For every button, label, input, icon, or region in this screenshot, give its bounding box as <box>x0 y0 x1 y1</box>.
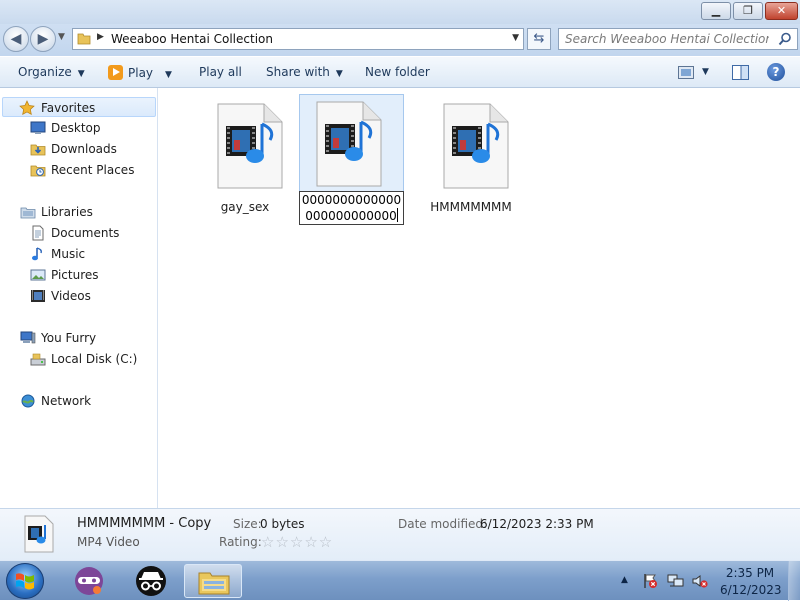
volume-muted-icon[interactable] <box>692 573 708 589</box>
change-view-icon[interactable] <box>678 66 694 79</box>
video-file-icon <box>24 515 54 553</box>
details-file-type: MP4 Video <box>77 535 140 549</box>
folder-icon <box>77 33 91 45</box>
nav-item-label: Pictures <box>51 268 99 282</box>
nav-item-label: Recent Places <box>51 163 135 177</box>
close-button[interactable]: ✕ <box>765 2 798 20</box>
new-folder-button[interactable]: New folder <box>365 65 430 79</box>
search-input[interactable] <box>559 29 769 49</box>
show-hidden-icons-button[interactable]: ▲ <box>621 575 628 585</box>
downloads-folder-icon <box>30 144 46 156</box>
music-icon <box>32 247 42 261</box>
help-button[interactable]: ? <box>767 63 785 81</box>
preview-pane-icon[interactable] <box>732 65 749 80</box>
search-icon[interactable] <box>778 32 792 46</box>
videos-icon <box>31 290 45 302</box>
network-status-icon[interactable] <box>667 573 684 589</box>
incognito-button[interactable] <box>126 564 176 598</box>
address-bar[interactable]: ▶ Weeaboo Hentai Collection ▼ <box>72 28 524 50</box>
nav-item-label: Videos <box>51 289 91 303</box>
start-button[interactable] <box>6 563 44 599</box>
show-desktop-button[interactable] <box>788 561 800 601</box>
organize-button[interactable]: Organize ▼ <box>18 65 85 79</box>
details-file-name: HMMMMMMM - Copy <box>77 516 212 531</box>
clock[interactable]: 2:35 PM 6/12/2023 <box>720 565 782 599</box>
nav-favorites-label: Favorites <box>41 101 96 115</box>
network-icon <box>21 394 35 408</box>
tor-browser-button[interactable] <box>64 564 114 598</box>
video-file-icon <box>316 101 382 187</box>
file-name: HMMMMMMM <box>430 200 512 214</box>
search-box[interactable] <box>558 28 798 50</box>
play-all-button[interactable]: Play all <box>199 65 242 79</box>
share-with-label: Share with <box>266 65 330 79</box>
nav-network-label: Network <box>41 394 92 408</box>
action-center-flag-icon[interactable] <box>642 573 658 589</box>
windows-logo-icon <box>16 573 34 590</box>
size-value: 0 bytes <box>260 517 305 531</box>
address-row: ◀ ▶ ▼ ▶ Weeaboo Hentai Collection ▼ ⇆ <box>0 24 800 56</box>
nav-item-label: Local Disk (C:) <box>51 352 138 366</box>
chevron-down-icon: ▼ <box>335 69 343 79</box>
clock-time: 2:35 PM <box>725 566 775 580</box>
command-bar: Organize ▼ Play ▼ Play all Share with ▼ New… <box>0 56 800 88</box>
recent-places-icon <box>30 165 46 177</box>
size-label: Size: <box>233 517 262 531</box>
play-button[interactable]: Play ▼ <box>108 65 172 80</box>
clock-date: 6/12/2023 <box>720 583 782 597</box>
file-name: gay_sex <box>220 200 270 214</box>
tor-browser-icon <box>75 567 103 595</box>
refresh-button[interactable]: ⇆ <box>527 28 551 50</box>
address-history-dropdown[interactable]: ▼ <box>512 33 519 43</box>
share-with-button[interactable]: Share with ▼ <box>266 65 343 79</box>
rename-text: 0000000000000000000000000 <box>301 193 402 223</box>
view-options-dropdown[interactable]: ▼ <box>702 67 709 77</box>
chevron-down-icon: ▼ <box>165 70 172 80</box>
file-list: gay_sex 0000000000000000000000000 HMMMMM… <box>159 88 800 508</box>
nav-libraries-label: Libraries <box>41 205 93 219</box>
forward-button[interactable]: ▶ <box>30 26 56 52</box>
rating-stars[interactable]: ☆☆☆☆☆ <box>261 533 333 551</box>
nav-item-label: Desktop <box>51 121 101 135</box>
file-item[interactable]: gay_sex <box>192 96 298 216</box>
breadcrumb-separator-icon[interactable]: ▶ <box>97 32 104 42</box>
windows-explorer-button[interactable] <box>184 564 242 598</box>
maximize-button[interactable]: ❐ <box>733 2 763 20</box>
pictures-icon <box>30 269 46 281</box>
play-label: Play <box>128 66 154 80</box>
video-file-icon <box>217 103 283 189</box>
title-bar: ▁ ❐ ✕ <box>0 0 800 24</box>
details-pane: HMMMMMMM - Copy MP4 Video Size: 0 bytes … <box>0 508 800 560</box>
chevron-down-icon: ▼ <box>77 69 85 79</box>
date-modified-value: 6/12/2023 2:33 PM <box>480 517 594 531</box>
nav-computer-label: You Furry <box>41 331 97 345</box>
nav-item-label: Music <box>51 247 86 261</box>
libraries-icon <box>20 207 36 219</box>
play-icon <box>108 65 123 80</box>
incognito-icon <box>136 566 166 596</box>
file-item[interactable]: HMMMMMMM <box>418 96 524 216</box>
desktop-icon <box>30 121 46 134</box>
local-disk-icon <box>30 353 46 366</box>
rating-label: Rating: <box>219 535 262 549</box>
date-modified-label: Date modified: <box>398 517 488 531</box>
computer-icon <box>20 331 36 344</box>
recent-pages-dropdown[interactable]: ▼ <box>58 32 65 42</box>
rename-input[interactable]: 0000000000000000000000000 <box>299 191 404 225</box>
breadcrumb-current-folder[interactable]: Weeaboo Hentai Collection <box>111 32 273 46</box>
file-item-selected[interactable]: 0000000000000000000000000 <box>299 94 404 225</box>
nav-item-label: Documents <box>51 226 120 240</box>
documents-icon <box>32 225 44 241</box>
nav-favorites[interactable]: Favorites <box>2 97 156 117</box>
star-icon <box>19 100 35 115</box>
nav-item-label: Downloads <box>51 142 117 156</box>
text-cursor <box>396 208 398 222</box>
back-button[interactable]: ◀ <box>3 26 29 52</box>
taskbar: ▲ 2:35 PM 6/12/2023 <box>0 560 800 601</box>
minimize-button[interactable]: ▁ <box>701 2 731 20</box>
windows-explorer-icon <box>198 572 230 595</box>
organize-label: Organize <box>18 65 72 79</box>
video-file-icon <box>443 103 509 189</box>
